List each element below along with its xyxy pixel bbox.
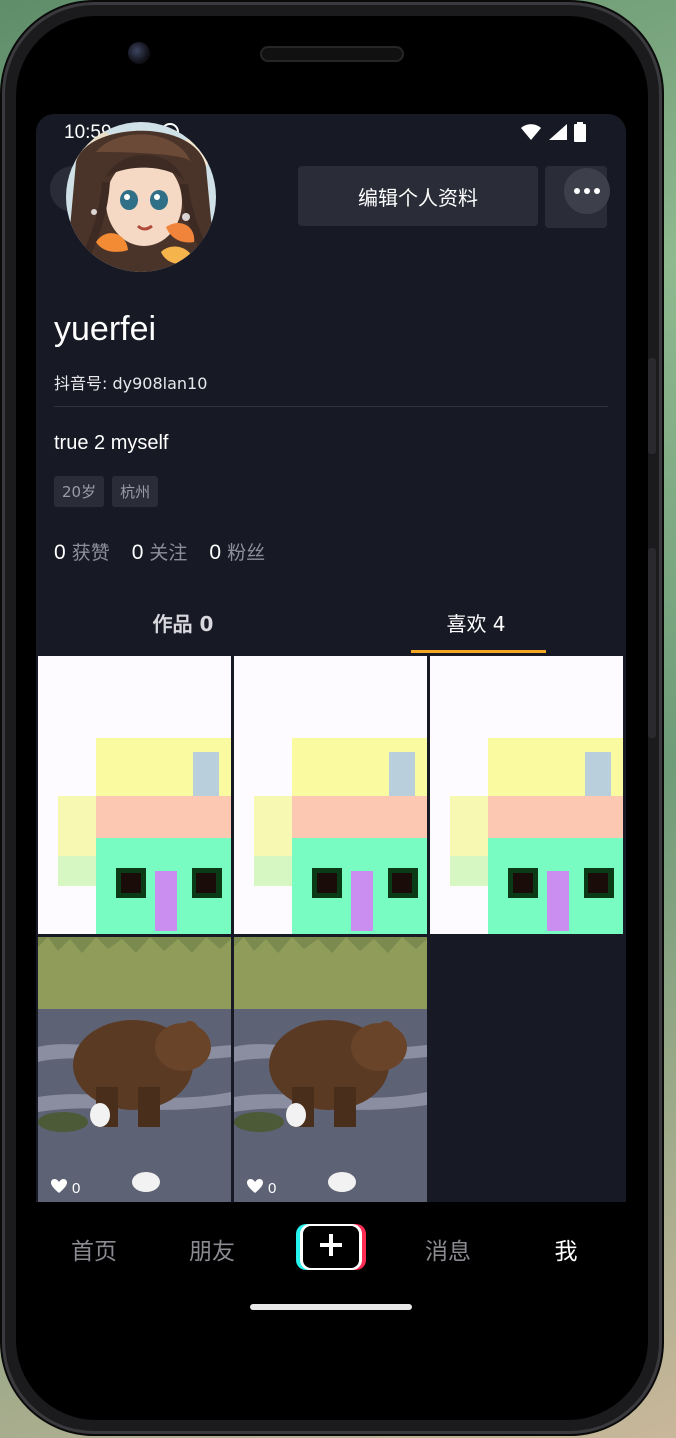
bottom-navigation: 首页 朋友 消息 我 bbox=[36, 1202, 626, 1302]
content-tabs: 作品 0 喜欢 4 bbox=[36, 594, 626, 654]
stat-value: 0 bbox=[209, 541, 222, 564]
tab-works[interactable]: 作品 0 bbox=[83, 608, 283, 637]
more-button[interactable] bbox=[564, 168, 610, 214]
battery-icon bbox=[574, 122, 586, 146]
plus-icon bbox=[320, 1232, 342, 1262]
stat-likes-received[interactable]: 0 获赞 bbox=[54, 538, 110, 565]
home-indicator[interactable] bbox=[250, 1304, 412, 1310]
tag-city: 杭州 bbox=[112, 476, 159, 507]
profile-screen: 10:59 编辑个人资料 yuerfei 抖音号: dy908lan10 tru… bbox=[36, 114, 626, 1202]
profile-tags: 20岁 杭州 bbox=[54, 476, 159, 507]
username: yuerfei bbox=[54, 310, 157, 348]
bear-thumbnail-image bbox=[38, 937, 231, 1202]
volume-button bbox=[648, 358, 656, 454]
nav-friends[interactable]: 朋友 bbox=[172, 1232, 252, 1266]
heart-icon bbox=[246, 1178, 264, 1198]
stat-value: 0 bbox=[54, 541, 66, 564]
more-icon-dot bbox=[584, 188, 590, 194]
stat-followers[interactable]: 0 粉丝 bbox=[209, 538, 265, 565]
bear-thumbnail-image bbox=[234, 937, 427, 1202]
video-thumbnail[interactable] bbox=[38, 656, 231, 934]
video-thumbnail[interactable] bbox=[430, 656, 623, 934]
stat-label: 粉丝 bbox=[227, 542, 266, 564]
heart-icon bbox=[50, 1178, 68, 1198]
like-count: 0 bbox=[246, 1178, 276, 1198]
divider bbox=[54, 406, 608, 407]
stat-following[interactable]: 0 关注 bbox=[132, 538, 188, 565]
nav-home[interactable]: 首页 bbox=[54, 1232, 134, 1266]
bio: true 2 myself bbox=[54, 432, 169, 454]
house-thumbnail-image bbox=[430, 656, 623, 934]
video-thumbnail[interactable]: 0 bbox=[234, 937, 427, 1202]
video-thumbnail[interactable]: 0 bbox=[38, 937, 231, 1202]
house-thumbnail-image bbox=[38, 656, 231, 934]
nav-me[interactable]: 我 bbox=[526, 1232, 606, 1266]
edit-profile-button[interactable]: 编辑个人资料 bbox=[298, 166, 538, 226]
more-icon-dot bbox=[594, 188, 600, 194]
nav-messages[interactable]: 消息 bbox=[408, 1232, 488, 1266]
douyin-id: 抖音号: dy908lan10 bbox=[54, 374, 208, 393]
tab-likes[interactable]: 喜欢 4 bbox=[376, 608, 576, 637]
like-count-value: 0 bbox=[72, 1179, 81, 1197]
like-count-value: 0 bbox=[268, 1179, 277, 1197]
video-thumbnail[interactable] bbox=[234, 656, 427, 934]
wifi-icon bbox=[520, 123, 542, 145]
earpiece-speaker bbox=[260, 46, 404, 62]
like-count: 0 bbox=[50, 1178, 80, 1198]
create-button[interactable] bbox=[300, 1224, 362, 1270]
active-tab-indicator bbox=[411, 650, 546, 653]
stat-label: 获赞 bbox=[71, 542, 110, 564]
more-icon-dot bbox=[574, 188, 580, 194]
profile-stats: 0 获赞 0 关注 0 粉丝 bbox=[54, 538, 265, 565]
house-thumbnail-image bbox=[234, 656, 427, 934]
front-camera bbox=[128, 42, 150, 64]
stat-label: 关注 bbox=[149, 542, 188, 564]
stat-value: 0 bbox=[131, 541, 144, 564]
tag-age: 20岁 bbox=[54, 476, 105, 507]
avatar[interactable] bbox=[66, 122, 216, 272]
power-button bbox=[648, 548, 656, 738]
signal-icon bbox=[548, 123, 568, 145]
